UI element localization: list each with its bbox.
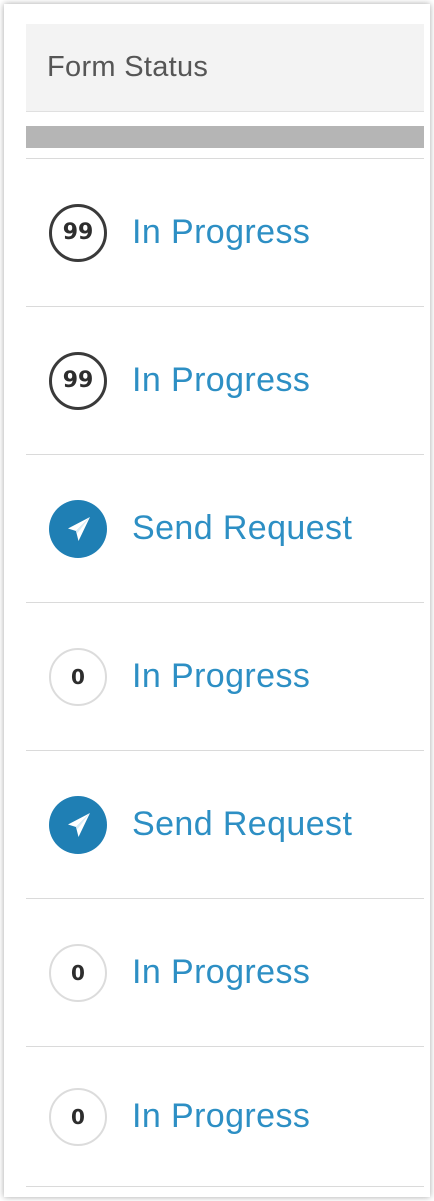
- badge-count: 99: [62, 219, 94, 245]
- form-status-column: Form Status 99 In Progress 99 In Progres…: [26, 24, 424, 1187]
- status-link[interactable]: In Progress: [132, 213, 310, 252]
- status-row: 0 In Progress: [26, 899, 424, 1047]
- status-link[interactable]: In Progress: [132, 1097, 310, 1136]
- badge-count: 0: [71, 960, 85, 985]
- count-circle-icon: 0: [49, 943, 107, 1002]
- badge-count: 0: [71, 1104, 85, 1129]
- column-header-label: Form Status: [47, 51, 209, 83]
- paper-plane-icon: [49, 499, 107, 558]
- status-row: Send Request: [26, 455, 424, 603]
- paper-plane-icon: [49, 795, 107, 854]
- status-list: 99 In Progress 99 In Progress Send Reque…: [26, 158, 424, 1187]
- status-link[interactable]: Send Request: [132, 509, 352, 548]
- status-row: 0 In Progress: [26, 1047, 424, 1187]
- status-link[interactable]: In Progress: [132, 953, 310, 992]
- count-circle-icon: 0: [49, 647, 107, 706]
- count-circle-icon: 0: [49, 1087, 107, 1146]
- badge-count: 0: [71, 664, 85, 689]
- status-row: 99 In Progress: [26, 307, 424, 455]
- count-circle-icon: 99: [49, 203, 107, 262]
- column-header[interactable]: Form Status: [26, 24, 424, 112]
- status-link[interactable]: In Progress: [132, 361, 310, 400]
- status-row: 99 In Progress: [26, 159, 424, 307]
- column-filter-bar[interactable]: [26, 126, 424, 148]
- status-row: Send Request: [26, 751, 424, 899]
- count-circle-icon: 99: [49, 351, 107, 410]
- status-link[interactable]: Send Request: [132, 805, 352, 844]
- status-row: 0 In Progress: [26, 603, 424, 751]
- badge-count: 99: [62, 367, 94, 393]
- form-status-panel-frame: Form Status 99 In Progress 99 In Progres…: [4, 4, 430, 1197]
- status-link[interactable]: In Progress: [132, 657, 310, 696]
